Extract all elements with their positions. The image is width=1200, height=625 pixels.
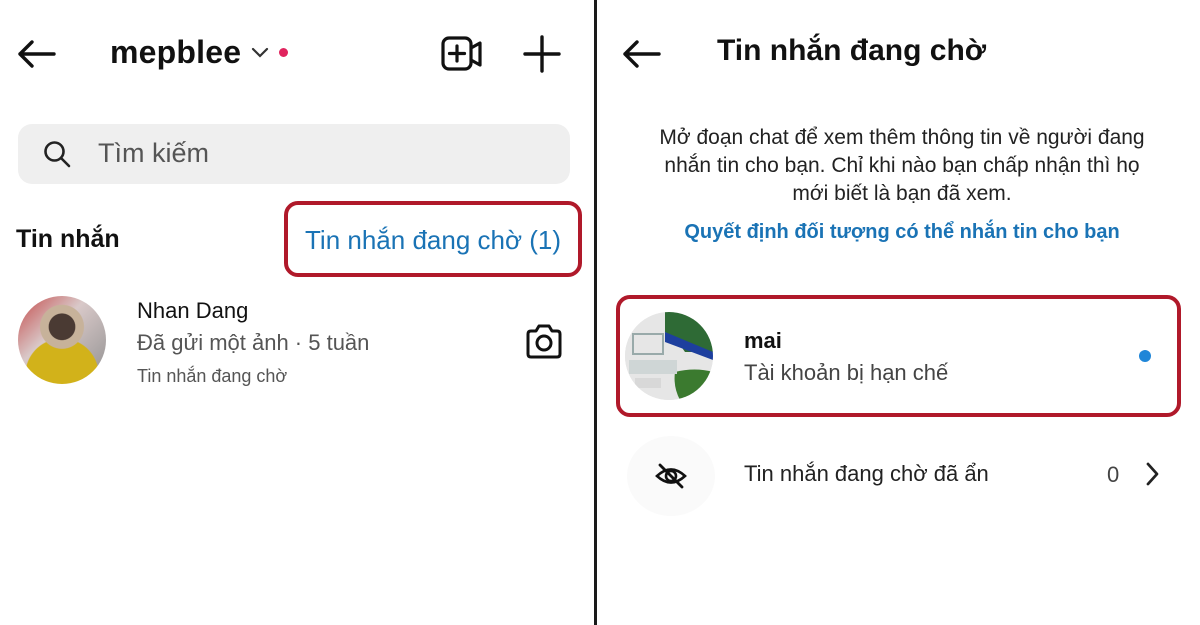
back-arrow-icon bbox=[623, 40, 661, 68]
chat-preview: Đã gửi một ảnh · 5 tuần bbox=[137, 330, 370, 355]
chevron-down-icon bbox=[252, 47, 269, 58]
pending-requests-link[interactable]: Tin nhắn đang chờ (1) bbox=[305, 225, 561, 256]
pending-description: Mở đoạn chat để xem thêm thông tin về ng… bbox=[659, 126, 1145, 205]
new-message-button[interactable] bbox=[522, 34, 562, 74]
back-arrow-icon bbox=[18, 40, 56, 68]
search-placeholder: Tìm kiếm bbox=[98, 138, 209, 168]
page-title: Tin nhắn đang chờ bbox=[717, 34, 987, 67]
plus-icon bbox=[523, 35, 561, 73]
inbox-panel: mepblee Tìm kiếm Tin nhắn Tin nhắn đang … bbox=[0, 0, 594, 625]
chat-status: Tin nhắn đang chờ bbox=[137, 366, 288, 386]
search-icon bbox=[42, 139, 72, 169]
avatar bbox=[18, 296, 106, 384]
account-switcher[interactable]: mepblee bbox=[110, 34, 289, 71]
eye-off-icon bbox=[655, 463, 687, 489]
hidden-requests-count: 0 bbox=[1107, 462, 1120, 487]
message-controls-link[interactable]: Quyết định đối tượng có thể nhắn tin cho… bbox=[667, 218, 1137, 246]
messages-section-title: Tin nhắn bbox=[16, 225, 120, 253]
camera-icon bbox=[526, 324, 562, 359]
notification-dot bbox=[279, 48, 289, 57]
pending-requests-panel: Tin nhắn đang chờ Mở đoạn chat để xem th… bbox=[597, 0, 1200, 625]
hidden-requests-label: Tin nhắn đang chờ đã ẩn bbox=[744, 461, 989, 486]
hidden-requests-icon-circle bbox=[627, 436, 715, 516]
unread-dot bbox=[1139, 350, 1151, 362]
avatar bbox=[625, 312, 713, 400]
back-button[interactable] bbox=[14, 32, 58, 76]
back-button[interactable] bbox=[619, 32, 663, 76]
chevron-right-icon bbox=[1143, 460, 1163, 488]
video-call-icon bbox=[441, 36, 482, 71]
video-call-button[interactable] bbox=[440, 34, 484, 74]
request-name: mai bbox=[744, 328, 782, 353]
chat-name: Nhan Dang bbox=[137, 298, 249, 323]
request-status: Tài khoản bị hạn chế bbox=[744, 360, 949, 385]
account-username: mepblee bbox=[110, 34, 242, 70]
camera-button[interactable] bbox=[524, 323, 564, 361]
